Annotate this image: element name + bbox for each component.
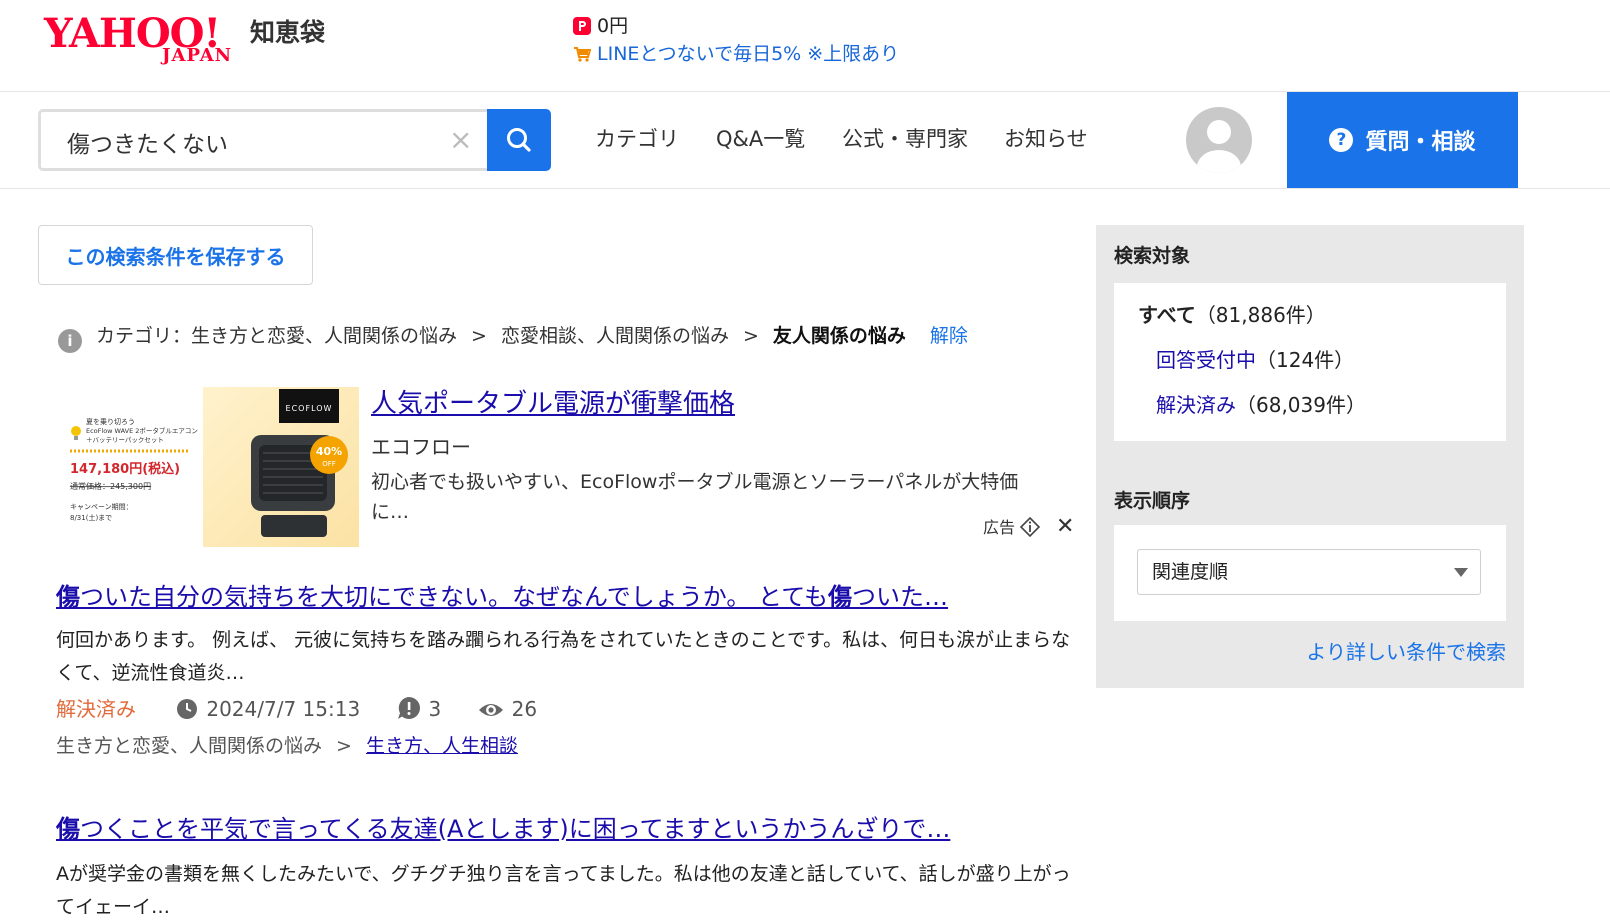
clear-search-icon[interactable]: × bbox=[449, 124, 472, 156]
ad-image-promo[interactable]: 夏を乗り切ろう EcoFlow WAVE 2ポータブルエアコン ＋バッテリーパッ… bbox=[58, 387, 198, 547]
result-category-parent[interactable]: 生き方と恋愛、人間関係の悩み bbox=[56, 735, 322, 757]
ask-question-button[interactable]: ? 質問・相談 bbox=[1287, 92, 1518, 188]
ask-question-label: 質問・相談 bbox=[1365, 130, 1476, 155]
breadcrumb-separator: > bbox=[471, 325, 487, 347]
sort-order-select[interactable]: 関連度順 bbox=[1137, 549, 1481, 595]
sort-order-heading: 表示順序 bbox=[1114, 490, 1191, 512]
result-title-text: つくことを平気で言ってくる友達(Aとします)に困ってますというかうんざりで… bbox=[80, 815, 951, 843]
ad-info-icon bbox=[1019, 516, 1041, 538]
view-count: 26 bbox=[511, 697, 538, 721]
filter-open-label: 回答受付中 bbox=[1156, 348, 1256, 372]
breadcrumb-current: 友人関係の悩み bbox=[772, 325, 906, 347]
search-target-card: すべて（81,886件） 回答受付中（124件） 解決済み（68,039件） bbox=[1114, 283, 1506, 441]
view-count-icon bbox=[478, 704, 503, 716]
ad-img-line2: EcoFlow WAVE 2ポータブルエアコン bbox=[86, 426, 198, 435]
ad-img-regular: 通常価格：245,300円 bbox=[70, 481, 151, 491]
user-avatar[interactable] bbox=[1186, 107, 1252, 173]
result-title-highlight: 傷 bbox=[56, 815, 80, 843]
ad-promo-graphic: 夏を乗り切ろう EcoFlow WAVE 2ポータブルエアコン ＋バッテリーパッ… bbox=[70, 417, 198, 522]
search-input[interactable] bbox=[65, 124, 429, 160]
ad-label-text: 広告 bbox=[983, 518, 1016, 537]
breadcrumb-separator: > bbox=[742, 325, 759, 347]
result-title-link[interactable]: 傷ついた自分の気持ちを大切にできない。なぜなんでしょうか。 とても傷ついた… bbox=[56, 580, 1076, 614]
ad-img-line1: 夏を乗り切ろう bbox=[86, 417, 135, 426]
result-category-path: 生き方と恋愛、人間関係の悩み > 生き方、人生相談 bbox=[56, 732, 518, 760]
nav-official-experts[interactable]: 公式・専門家 bbox=[842, 124, 968, 154]
filter-open-count: （124件） bbox=[1256, 348, 1355, 372]
logo-japan-text: JAPAN bbox=[162, 45, 233, 66]
result-title-text: ついた自分の気持ちを大切にできない。なぜなんでしょうか。 とても bbox=[80, 583, 829, 611]
ad-img-line3: ＋バッテリーパックセット bbox=[86, 436, 164, 444]
ad-close-icon[interactable]: ✕ bbox=[1056, 515, 1074, 539]
status-badge: 解決済み bbox=[56, 697, 136, 721]
search-button[interactable] bbox=[487, 109, 551, 171]
result-date: 2024/7/7 15:13 bbox=[206, 697, 361, 721]
ad-img-until: 8/31(土)まで bbox=[70, 513, 112, 522]
breadcrumb-level2[interactable]: 恋愛相談、人間関係の悩み bbox=[501, 325, 729, 347]
paypay-balance-text: 0円 bbox=[597, 15, 629, 37]
result-meta: 解決済み 2024/7/7 15:13 3 26 bbox=[56, 695, 567, 723]
breadcrumb-prefix: カテゴリ： bbox=[96, 325, 192, 347]
discount-text: 40% bbox=[316, 445, 342, 458]
search-filter-sidebar: 検索対象 すべて（81,886件） 回答受付中（124件） 解決済み（68,03… bbox=[1096, 225, 1524, 688]
discount-sub-text: OFF bbox=[322, 460, 336, 468]
clock-icon bbox=[177, 699, 198, 719]
result-title-link[interactable]: 傷つくことを平気で言ってくる友達(Aとします)に困ってますというかうんざりで… bbox=[56, 812, 1076, 846]
category-breadcrumb: i カテゴリ：生き方と恋愛、人間関係の悩み > 恋愛相談、人間関係の悩み > 友人関係の悩… bbox=[58, 321, 968, 353]
answer-count: 3 bbox=[428, 697, 442, 721]
search-icon bbox=[507, 128, 531, 152]
result-title-text: ついた… bbox=[852, 583, 949, 611]
paypay-balance[interactable]: 0円 bbox=[573, 14, 628, 38]
result-title-highlight: 傷 bbox=[56, 583, 80, 611]
filter-open[interactable]: 回答受付中（124件） bbox=[1156, 346, 1354, 374]
paypay-icon bbox=[573, 17, 591, 35]
filter-all[interactable]: すべて（81,886件） bbox=[1138, 301, 1326, 329]
search-box: × bbox=[38, 109, 487, 171]
filter-solved-label: 解決済み bbox=[1156, 393, 1236, 417]
ad-title-link[interactable]: 人気ポータブル電源が衝撃価格 bbox=[371, 386, 735, 422]
ad-info-label[interactable]: 広告 bbox=[983, 516, 1041, 539]
ad-product-graphic: ECOFLOW 40% OFF bbox=[251, 389, 348, 537]
filter-all-count: （81,886件） bbox=[1195, 303, 1326, 327]
promo-text: LINEとつないで毎日5% ※上限あり bbox=[597, 43, 900, 65]
filter-all-label: すべて bbox=[1138, 303, 1196, 327]
nav-qa-list[interactable]: Q&A一覧 bbox=[716, 124, 805, 154]
breadcrumb-separator: > bbox=[336, 735, 352, 757]
line-promo-link[interactable]: LINEとつないで毎日5% ※上限あり bbox=[573, 42, 899, 66]
lightbulb-icon bbox=[71, 426, 81, 436]
filter-solved[interactable]: 解決済み（68,039件） bbox=[1156, 391, 1366, 419]
shopping-cart-icon bbox=[574, 47, 591, 62]
nav-category[interactable]: カテゴリ bbox=[595, 124, 679, 154]
user-icon bbox=[1197, 120, 1241, 173]
breadcrumb-level1[interactable]: 生き方と恋愛、人間関係の悩み bbox=[191, 325, 457, 347]
advanced-search-link[interactable]: より詳しい条件で検索 bbox=[1306, 638, 1506, 666]
ad-image-product[interactable]: ECOFLOW 40% OFF bbox=[203, 387, 359, 547]
question-icon: ? bbox=[1329, 128, 1354, 152]
ad-img-campaign: キャンペーン期間： bbox=[70, 503, 133, 511]
result-snippet: 何回かあります。 例えば、 元彼に気持ちを踏み躙られる行為をされていたときのこと… bbox=[56, 629, 1071, 684]
sort-order-card: 関連度順 bbox=[1114, 525, 1506, 621]
result-title-highlight: 傷 bbox=[828, 583, 853, 611]
clear-category-link[interactable]: 解除 bbox=[930, 325, 968, 347]
ad-description[interactable]: 初心者でも扱いやすい、EcoFlowポータブル電源とソーラーパネルが大特価に… bbox=[371, 467, 1051, 527]
result-category-link[interactable]: 生き方、人生相談 bbox=[366, 735, 518, 757]
nav-news[interactable]: お知らせ bbox=[1004, 124, 1088, 154]
answer-count-icon bbox=[397, 697, 420, 719]
save-search-button[interactable]: この検索条件を保存する bbox=[38, 225, 313, 285]
nav-divider bbox=[0, 188, 1610, 189]
ecoflow-logo-text: ECOFLOW bbox=[286, 404, 333, 413]
result-snippet: Aが奨学金の書類を無くしたみたいで、グチグチ独り言を言ってました。私は他の友達と… bbox=[56, 863, 1071, 918]
sort-order-value: 関連度順 bbox=[1152, 561, 1229, 583]
logo-service-name: 知恵袋 bbox=[250, 18, 326, 47]
search-target-heading: 検索対象 bbox=[1114, 245, 1191, 267]
info-icon: i bbox=[58, 329, 82, 353]
chevron-down-icon bbox=[1454, 568, 1468, 577]
filter-solved-count: （68,039件） bbox=[1236, 393, 1366, 417]
yahoo-chiebukuro-logo[interactable]: YAHOO! JAPAN 知恵袋 bbox=[44, 12, 344, 70]
ad-sponsor: エコフロー bbox=[371, 435, 471, 459]
ad-img-price: 147,180円(税込) bbox=[70, 461, 180, 477]
